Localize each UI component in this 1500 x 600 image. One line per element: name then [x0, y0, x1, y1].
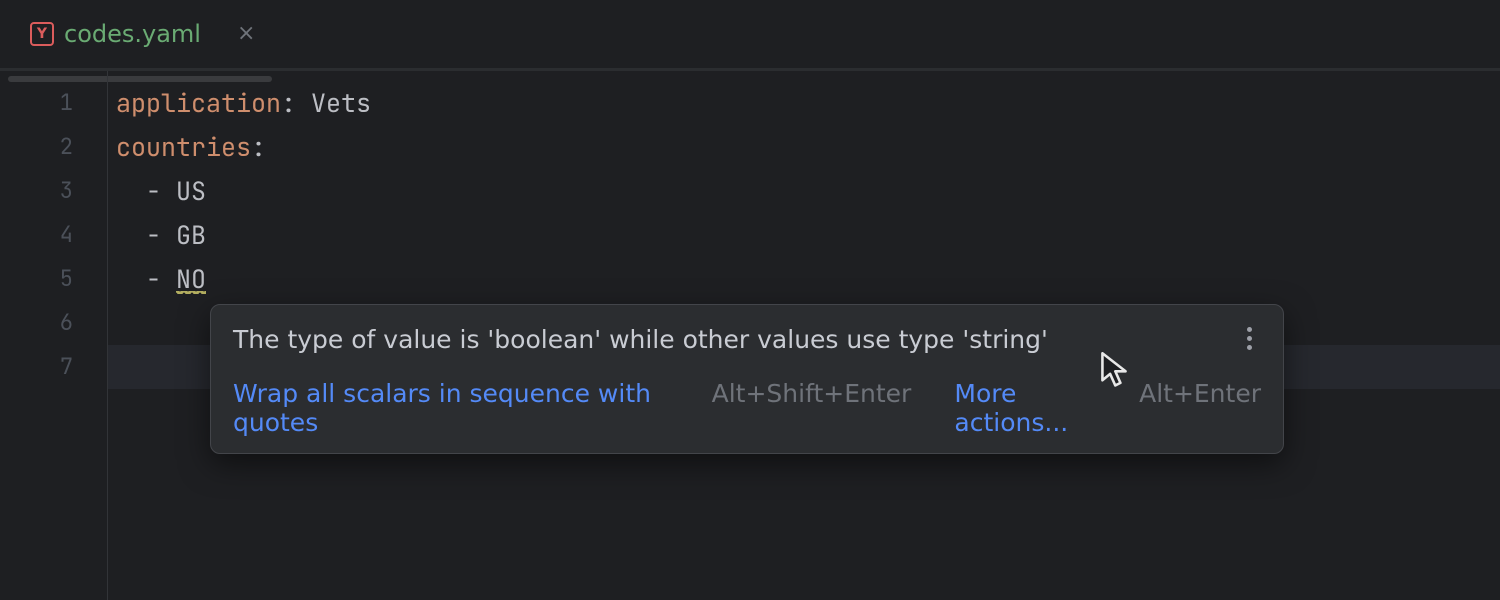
more-options-icon[interactable]	[1237, 323, 1261, 350]
code-line[interactable]: - GB	[116, 213, 1500, 257]
tab-label: codes.yaml	[64, 20, 201, 48]
close-tab-icon[interactable]: ×	[229, 19, 263, 49]
code-line[interactable]: application: Vets	[116, 81, 1500, 125]
warning-token: NO	[176, 262, 206, 296]
line-number: 6	[0, 301, 107, 345]
code-line[interactable]: - US	[116, 169, 1500, 213]
inspection-actions: Wrap all scalars in sequence with quotes…	[233, 379, 1261, 437]
quick-fix-link[interactable]: Wrap all scalars in sequence with quotes	[233, 379, 692, 437]
line-number: 3	[0, 169, 107, 213]
line-number: 5	[0, 257, 107, 301]
line-number: 7	[0, 345, 107, 389]
gutter: 1 2 3 4 5 6 7	[0, 71, 108, 600]
more-actions-shortcut: Alt+Enter	[1139, 379, 1261, 408]
line-number: 2	[0, 125, 107, 169]
tab-bar: codes.yaml ×	[0, 0, 1500, 68]
tab-codes-yaml[interactable]: codes.yaml ×	[0, 0, 281, 68]
quick-fix-shortcut: Alt+Shift+Enter	[712, 379, 912, 408]
yaml-file-icon	[30, 22, 54, 46]
line-number: 4	[0, 213, 107, 257]
more-actions-link[interactable]: More actions...	[954, 379, 1119, 437]
line-number: 1	[0, 81, 107, 125]
inspection-popup: The type of value is 'boolean' while oth…	[210, 304, 1284, 454]
inspection-message: The type of value is 'boolean' while oth…	[233, 323, 1048, 357]
code-line[interactable]: countries:	[116, 125, 1500, 169]
code-line[interactable]: - NO	[116, 257, 1500, 301]
